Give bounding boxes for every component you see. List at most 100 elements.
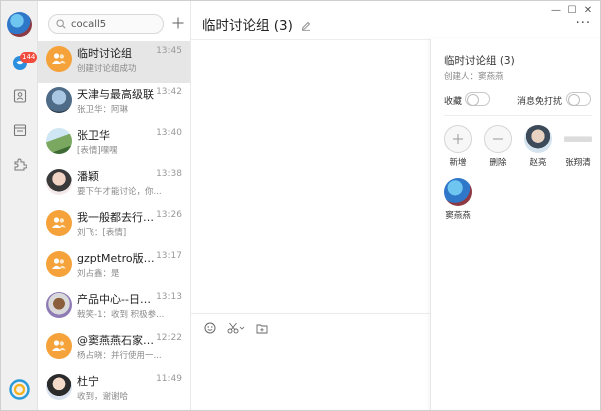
- member-label: 张翔清: [565, 158, 591, 168]
- member-avatar: [524, 125, 552, 153]
- conversation-preview: 收到，谢谢哈: [77, 392, 129, 402]
- member-avatar: [444, 178, 472, 206]
- calendar-icon: [13, 124, 27, 137]
- conversation-name: @窦燕燕石家庄...: [77, 334, 155, 347]
- conversation-time: 13:26: [156, 210, 182, 220]
- conversation-time: 13:13: [156, 292, 182, 302]
- contacts-icon: [13, 89, 27, 103]
- conversation-name: 临时讨论组: [77, 47, 132, 60]
- member-avatar: [564, 125, 592, 153]
- composer-divider: [191, 313, 430, 314]
- more-button[interactable]: ···: [576, 16, 591, 31]
- member-item[interactable]: 窦燕燕: [441, 178, 475, 221]
- close-button[interactable]: ✕: [580, 3, 596, 17]
- minimize-button[interactable]: —: [548, 3, 564, 17]
- group-icon: [52, 53, 66, 64]
- conversation-avatar: [46, 46, 72, 72]
- maximize-button[interactable]: ☐: [564, 3, 580, 17]
- conversation-avatar: [46, 292, 72, 318]
- mute-label: 消息免打扰: [517, 97, 563, 107]
- plus-icon: [172, 17, 184, 29]
- conversation-time: 13:40: [156, 128, 182, 138]
- conversation-time: 13:45: [156, 46, 182, 56]
- group-info-panel: 临时讨论组 (3) 创建人：窦燕燕 收藏 消息免打扰 新增 删除 赵亮 张翔清窦燕燕: [430, 39, 600, 410]
- conversation-time: 13:17: [156, 251, 182, 261]
- member-label: 删除: [489, 158, 507, 168]
- conversation-time: 13:38: [156, 169, 182, 179]
- conversation-item[interactable]: 潘颖 13:38 要下午才能讨论，你...: [38, 164, 190, 206]
- conversation-item[interactable]: 杜宁 11:49 收到，谢谢哈: [38, 369, 190, 410]
- conversation-time: 11:49: [156, 374, 182, 384]
- conversation-avatar: [46, 333, 72, 359]
- search-icon: [56, 19, 66, 29]
- composer-toolbar: [203, 321, 269, 335]
- conversation-preview: 张卫华：阿琳: [77, 105, 129, 115]
- mute-toggle[interactable]: [566, 92, 591, 106]
- group-icon: [52, 340, 66, 351]
- collect-toggle[interactable]: [465, 92, 490, 106]
- apps-nav-button[interactable]: [10, 154, 30, 174]
- conversation-avatar: [46, 128, 72, 154]
- conversation-name: 天津与最高级联: [77, 88, 154, 101]
- add-button[interactable]: [169, 13, 187, 33]
- emoji-button[interactable]: [203, 321, 217, 335]
- conversation-preview: 刘占鑫：是: [77, 269, 120, 279]
- group-icon: [52, 258, 66, 269]
- member-item[interactable]: 赵亮: [521, 125, 555, 168]
- remove-member-button[interactable]: 删除: [481, 125, 515, 168]
- header-divider: [191, 39, 430, 40]
- conversation-time: 13:42: [156, 87, 182, 97]
- conversation-avatar: [46, 251, 72, 277]
- conversation-item[interactable]: gzptMetro版问...13:17 刘占鑫：是: [38, 246, 190, 288]
- panel-creator: 创建人：窦燕燕: [444, 72, 504, 82]
- conversation-item[interactable]: 张卫华 13:40 [表情]嘿嘿: [38, 123, 190, 165]
- scissors-icon: [227, 322, 245, 334]
- conversation-avatar: [46, 374, 72, 400]
- conversation-name: 张卫华: [77, 129, 110, 142]
- panel-title: 临时讨论组 (3): [444, 55, 515, 67]
- member-label: 新增: [449, 158, 467, 168]
- search-box[interactable]: [48, 14, 164, 34]
- minus-icon: [484, 125, 512, 153]
- contacts-nav-button[interactable]: [10, 86, 30, 106]
- member-label: 窦燕燕: [445, 211, 471, 221]
- conversation-item[interactable]: 产品中心--日常... 13:13 戟笑-1：收到 积极参...: [38, 287, 190, 329]
- app-logo-icon[interactable]: [9, 379, 30, 400]
- conversation-item[interactable]: @窦燕燕石家庄...12:22 杨占晓：并行使用一...: [38, 328, 190, 370]
- window-controls: — ☐ ✕: [548, 3, 596, 17]
- conversation-avatar: [46, 87, 72, 113]
- search-input[interactable]: [71, 17, 159, 31]
- collect-label: 收藏: [444, 97, 463, 107]
- conversation-time: 12:22: [156, 333, 182, 343]
- unread-badge: 144: [20, 52, 38, 63]
- chat-title-wrap: 临时讨论组 (3): [202, 14, 311, 34]
- conversation-item[interactable]: 天津与最高级联 13:42 张卫华：阿琳: [38, 82, 190, 124]
- plus-icon: [444, 125, 472, 153]
- conversation-item[interactable]: 临时讨论组 13:45 创建讨论组成功: [38, 41, 190, 83]
- conversation-avatar: [46, 210, 72, 236]
- conversation-list: 临时讨论组 13:45 创建讨论组成功天津与最高级联13:42 张卫华：阿琳张卫华 13…: [38, 1, 191, 410]
- add-member-button[interactable]: 新增: [441, 125, 475, 168]
- conversation-name: gzptMetro版问...: [77, 252, 155, 265]
- screenshot-button[interactable]: [226, 321, 246, 335]
- apps-icon: [14, 158, 27, 171]
- emoji-icon: [204, 322, 216, 334]
- edit-icon[interactable]: [301, 21, 311, 31]
- conversation-preview: 杨占晓：并行使用一...: [77, 351, 162, 361]
- conversation-name: 杜宁: [77, 375, 99, 388]
- conversation-preview: 戟笑-1：收到 积极参...: [77, 310, 165, 320]
- conversation-name: 潘颖: [77, 170, 99, 183]
- calendar-nav-button[interactable]: [10, 120, 30, 140]
- conversation-name: 产品中心--日常...: [77, 293, 155, 306]
- folder-button[interactable]: [255, 321, 269, 335]
- conversation-preview: 刘飞：[表情]: [77, 228, 127, 238]
- app-window: 144 cocall5 临时讨论组 13:45 创建讨论组成功 天津与最高级联 …: [0, 0, 601, 411]
- conversation-preview: 要下午才能讨论，你...: [77, 187, 162, 197]
- chat-title: 临时讨论组 (3): [202, 18, 293, 34]
- conversation-avatar: [46, 169, 72, 195]
- panel-divider: [444, 115, 592, 116]
- my-avatar[interactable]: [7, 12, 32, 37]
- member-item[interactable]: 张翔清: [561, 125, 595, 168]
- conversation-preview: [表情]嘿嘿: [77, 146, 118, 156]
- conversation-item[interactable]: 我一般都去行政...13:26 刘飞：[表情]: [38, 205, 190, 247]
